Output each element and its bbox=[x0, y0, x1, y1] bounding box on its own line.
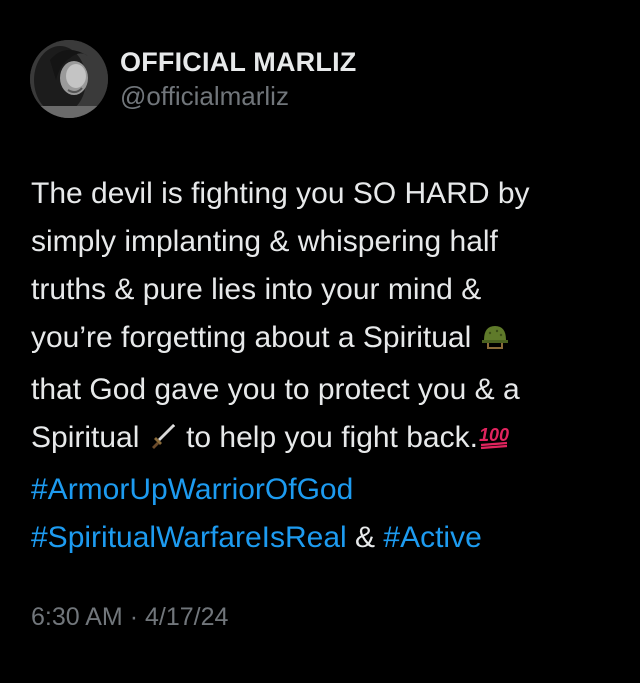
timestamp-date[interactable]: 4/17/24 bbox=[145, 603, 228, 631]
timestamp-time[interactable]: 6:30 AM bbox=[31, 603, 123, 631]
tweet-line-4: you’re forgetting about a Spiritual bbox=[31, 314, 621, 366]
hashtag-line-1: #ArmorUpWarriorOfGod bbox=[31, 466, 621, 514]
hashtag-link-spiritual-warfare[interactable]: #SpiritualWarfareIsReal bbox=[31, 521, 347, 554]
display-name[interactable]: OFFICIAL MARLIZ bbox=[120, 45, 356, 79]
tweet-header: OFFICIAL MARLIZ @officialmarliz bbox=[30, 40, 356, 118]
hashtag-line-2: #SpiritualWarfareIsReal & #Active bbox=[31, 514, 621, 562]
author-names: OFFICIAL MARLIZ @officialmarliz bbox=[120, 45, 356, 113]
timestamp-separator: · bbox=[129, 603, 139, 631]
tweet-line-5: that God gave you to protect you & a bbox=[31, 373, 520, 406]
hashtag-link-active[interactable]: #Active bbox=[383, 521, 481, 554]
tweet-text: The devil is fighting you SO HARD by sim… bbox=[31, 170, 621, 562]
hashtag-link-armor-up[interactable]: #ArmorUpWarriorOfGod bbox=[31, 473, 353, 506]
tweet-card: OFFICIAL MARLIZ @officialmarliz The devi… bbox=[0, 0, 640, 683]
hundred-points-emoji-icon: 100 bbox=[478, 418, 510, 466]
svg-text:100: 100 bbox=[479, 425, 509, 445]
avatar-image bbox=[30, 40, 108, 118]
tweet-line-4-text: you’re forgetting about a Spiritual bbox=[31, 321, 472, 354]
hashtag-connector: & bbox=[355, 521, 376, 554]
dagger-emoji-icon bbox=[148, 418, 178, 466]
avatar[interactable] bbox=[30, 40, 108, 118]
tweet-line-2: simply implanting & whispering half bbox=[31, 225, 498, 258]
tweet-line-7-text: to help you fight back. bbox=[186, 421, 478, 454]
military-helmet-emoji-icon bbox=[480, 318, 510, 366]
tweet-line-1: The devil is fighting you SO HARD by bbox=[31, 177, 530, 210]
tweet-line-6: Spiritual to help you fight back. 100 bbox=[31, 414, 621, 466]
tweet-line-6-text: Spiritual bbox=[31, 421, 140, 454]
tweet-timestamp: 6:30 AM · 4/17/24 bbox=[31, 600, 228, 634]
tweet-line-3: truths & pure lies into your mind & bbox=[31, 273, 482, 306]
user-handle[interactable]: @officialmarliz bbox=[120, 79, 356, 113]
